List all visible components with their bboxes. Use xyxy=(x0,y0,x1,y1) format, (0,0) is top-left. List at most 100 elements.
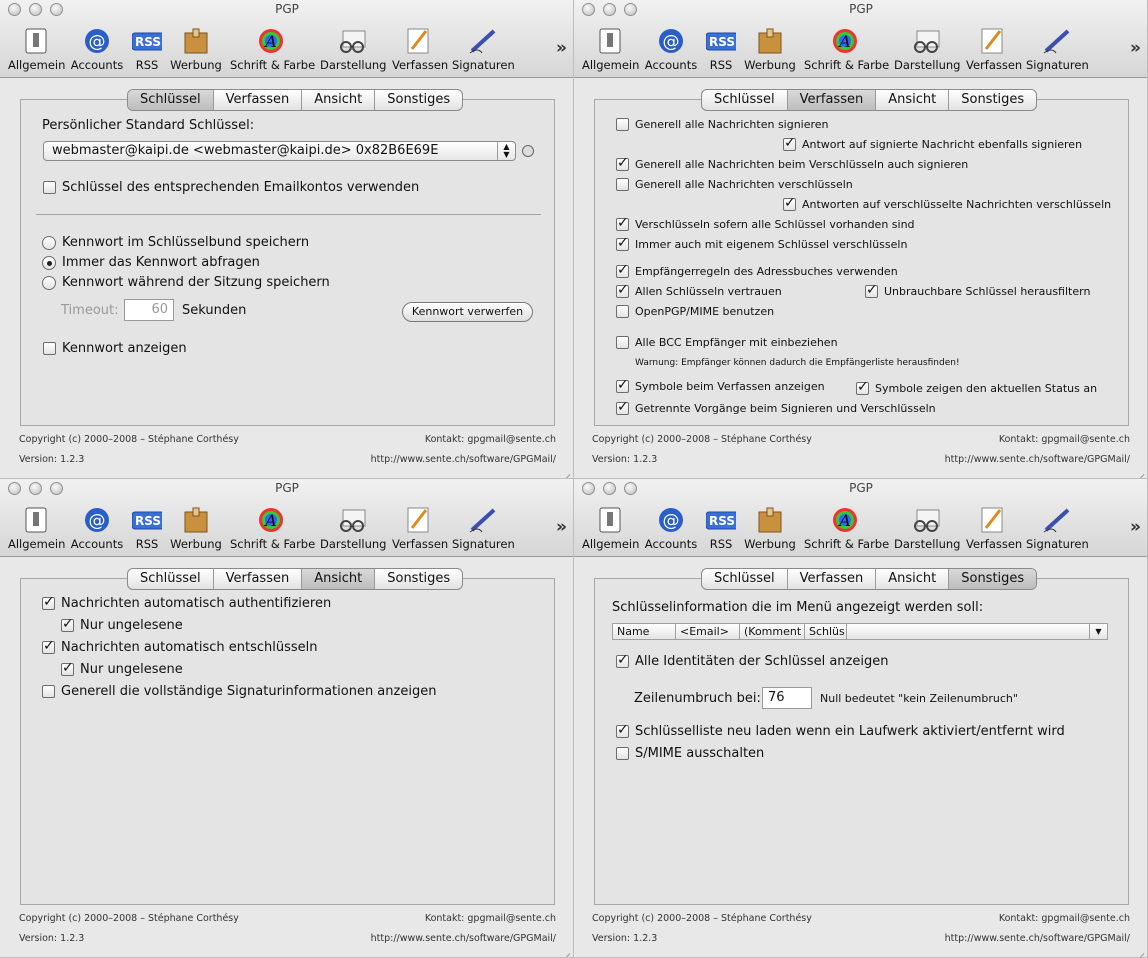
filter-unusable-checkbox[interactable] xyxy=(865,282,878,298)
tab-verfassen[interactable]: Verfassen xyxy=(212,569,302,589)
toolbar-item-rss[interactable]: RSS RSS xyxy=(702,505,740,551)
encrypt-all-checkbox[interactable] xyxy=(616,178,629,191)
radio-keychain-row[interactable]: Kennwort im Schlüsselbund speichern xyxy=(42,235,309,250)
encrypt-own-key-checkbox[interactable] xyxy=(616,235,629,251)
resize-grip-icon[interactable] xyxy=(561,945,571,955)
toolbar-item-accounts[interactable]: @ Accounts xyxy=(644,505,698,551)
tab-schluessel[interactable]: Schlüssel xyxy=(128,90,213,110)
column-name[interactable]: Name xyxy=(613,624,676,639)
tab-ansicht[interactable]: Ansicht xyxy=(301,569,375,589)
reload-keys-checkbox[interactable] xyxy=(616,722,629,738)
toolbar-item-schrift-farbe[interactable]: A Schrift & Farbe xyxy=(804,505,889,551)
toolbar-item-werbung[interactable]: Werbung xyxy=(744,505,796,551)
encrypt-own-key-row[interactable]: Immer auch mit eigenem Schlüssel verschl… xyxy=(616,235,907,251)
reply-signed-checkbox[interactable] xyxy=(783,135,796,151)
toolbar-item-schrift-farbe[interactable]: A Schrift & Farbe xyxy=(230,26,315,72)
tab-sonstiges[interactable]: Sonstiges xyxy=(948,90,1036,110)
discard-password-button[interactable]: Kennwort verwerfen xyxy=(402,302,533,322)
reply-encrypted-row[interactable]: Antworten auf verschlüsselte Nachrichten… xyxy=(783,195,1111,211)
show-password-row[interactable]: Kennwort anzeigen xyxy=(43,341,187,356)
trust-all-checkbox[interactable] xyxy=(616,282,629,298)
encrypt-if-keys-row[interactable]: Verschlüsseln sofern alle Schlüssel vorh… xyxy=(616,215,915,231)
tab-verfassen[interactable]: Verfassen xyxy=(786,90,876,110)
sign-all-checkbox[interactable] xyxy=(616,118,629,131)
tab-sonstiges[interactable]: Sonstiges xyxy=(374,569,462,589)
show-symbols-checkbox[interactable] xyxy=(616,377,629,393)
url-link[interactable]: http://www.sente.ch/software/GPGMail/ xyxy=(945,454,1130,465)
resize-grip-icon[interactable] xyxy=(1135,945,1145,955)
toolbar-item-rss[interactable]: RSS RSS xyxy=(128,505,166,551)
disable-smime-checkbox[interactable] xyxy=(616,747,629,760)
toolbar-item-werbung[interactable]: Werbung xyxy=(744,26,796,72)
toolbar-item-verfassen[interactable]: Verfassen xyxy=(966,26,1022,72)
trust-all-row[interactable]: Allen Schlüsseln vertrauen xyxy=(616,282,782,298)
tab-schluessel[interactable]: Schlüssel xyxy=(702,90,787,110)
toolbar-item-werbung[interactable]: Werbung xyxy=(170,505,222,551)
reply-encrypted-checkbox[interactable] xyxy=(783,195,796,211)
tab-verfassen[interactable]: Verfassen xyxy=(786,569,876,589)
full-sig-info-row[interactable]: Generell die vollständige Signaturinform… xyxy=(42,684,436,699)
toolbar-item-signaturen[interactable]: Signaturen xyxy=(1026,505,1089,551)
key-info-columns-table[interactable]: Name <Email> (Komment Schlüs ▼ xyxy=(612,623,1108,640)
toolbar-item-signaturen[interactable]: Signaturen xyxy=(1026,26,1089,72)
show-symbols-row[interactable]: Symbole beim Verfassen anzeigen xyxy=(616,377,825,393)
only-unread-1-row[interactable]: Nur ungelesene xyxy=(61,616,183,633)
toolbar-item-verfassen[interactable]: Verfassen xyxy=(966,505,1022,551)
toolbar-item-rss[interactable]: RSS RSS xyxy=(702,26,740,72)
toolbar-overflow-chevron-icon[interactable]: » xyxy=(1130,517,1141,537)
show-all-ids-row[interactable]: Alle Identitäten der Schlüssel anzeigen xyxy=(616,652,888,669)
url-link[interactable]: http://www.sente.ch/software/GPGMail/ xyxy=(371,454,556,465)
toolbar-overflow-chevron-icon[interactable]: » xyxy=(556,517,567,537)
encrypt-if-keys-checkbox[interactable] xyxy=(616,215,629,231)
filter-unusable-row[interactable]: Unbrauchbare Schlüssel herausfiltern xyxy=(865,282,1090,298)
radio-keychain[interactable] xyxy=(42,235,56,250)
toolbar-overflow-chevron-icon[interactable]: » xyxy=(556,38,567,58)
toolbar-item-allgemein[interactable]: Allgemein xyxy=(582,26,639,72)
recipient-rules-row[interactable]: Empfängerregeln des Adressbuches verwend… xyxy=(616,262,898,278)
only-unread-2-row[interactable]: Nur ungelesene xyxy=(61,660,183,677)
disable-smime-row[interactable]: S/MIME ausschalten xyxy=(616,746,764,761)
refresh-keys-icon[interactable] xyxy=(522,145,534,157)
only-unread-1-checkbox[interactable] xyxy=(61,616,74,632)
chevron-down-icon[interactable]: ▼ xyxy=(1089,624,1107,639)
radio-session-row[interactable]: Kennwort während der Sitzung speichern xyxy=(42,275,330,290)
resize-grip-icon[interactable] xyxy=(1135,466,1145,476)
toolbar-item-signaturen[interactable]: Signaturen xyxy=(452,505,515,551)
tab-sonstiges[interactable]: Sonstiges xyxy=(374,90,462,110)
toolbar-item-verfassen[interactable]: Verfassen xyxy=(392,26,448,72)
tab-ansicht[interactable]: Ansicht xyxy=(301,90,374,110)
reply-signed-row[interactable]: Antwort auf signierte Nachricht ebenfall… xyxy=(783,135,1082,151)
separate-ops-checkbox[interactable] xyxy=(616,399,629,415)
full-sig-info-checkbox[interactable] xyxy=(42,685,55,698)
toolbar-item-schrift-farbe[interactable]: A Schrift & Farbe xyxy=(804,26,889,72)
auto-auth-checkbox[interactable] xyxy=(42,594,55,610)
default-key-popup[interactable]: webmaster@kaipi.de <webmaster@kaipi.de> … xyxy=(43,141,516,161)
toolbar-overflow-chevron-icon[interactable]: » xyxy=(1130,38,1141,58)
reload-keys-row[interactable]: Schlüsselliste neu laden wenn ein Laufwe… xyxy=(616,722,1065,739)
tab-ansicht[interactable]: Ansicht xyxy=(875,569,948,589)
auto-decrypt-checkbox[interactable] xyxy=(42,638,55,654)
sign-when-encrypt-row[interactable]: Generell alle Nachrichten beim Verschlüs… xyxy=(616,155,968,171)
auto-auth-row[interactable]: Nachrichten automatisch authentifizieren xyxy=(42,594,331,611)
radio-session[interactable] xyxy=(42,275,56,290)
url-link[interactable]: http://www.sente.ch/software/GPGMail/ xyxy=(945,933,1130,944)
include-bcc-checkbox[interactable] xyxy=(616,336,629,349)
use-account-key-checkbox[interactable] xyxy=(43,181,56,194)
auto-decrypt-row[interactable]: Nachrichten automatisch entschlüsseln xyxy=(42,638,318,655)
openpgp-mime-checkbox[interactable] xyxy=(616,305,629,318)
encrypt-all-row[interactable]: Generell alle Nachrichten verschlüsseln xyxy=(616,178,853,191)
sign-all-row[interactable]: Generell alle Nachrichten signieren xyxy=(616,118,829,131)
toolbar-item-darstellung[interactable]: Darstellung xyxy=(320,505,386,551)
toolbar-item-verfassen[interactable]: Verfassen xyxy=(392,505,448,551)
toolbar-item-darstellung[interactable]: Darstellung xyxy=(320,26,386,72)
toolbar-item-darstellung[interactable]: Darstellung xyxy=(894,26,960,72)
use-account-key-row[interactable]: Schlüssel des entsprechenden Emailkontos… xyxy=(43,180,419,195)
toolbar-item-darstellung[interactable]: Darstellung xyxy=(894,505,960,551)
tab-sonstiges[interactable]: Sonstiges xyxy=(948,569,1037,589)
tab-verfassen[interactable]: Verfassen xyxy=(212,90,302,110)
url-link[interactable]: http://www.sente.ch/software/GPGMail/ xyxy=(371,933,556,944)
toolbar-item-allgemein[interactable]: Allgemein xyxy=(8,26,65,72)
line-wrap-field[interactable]: 76 xyxy=(762,687,812,709)
toolbar-item-accounts[interactable]: @ Accounts xyxy=(70,505,124,551)
only-unread-2-checkbox[interactable] xyxy=(61,660,74,676)
